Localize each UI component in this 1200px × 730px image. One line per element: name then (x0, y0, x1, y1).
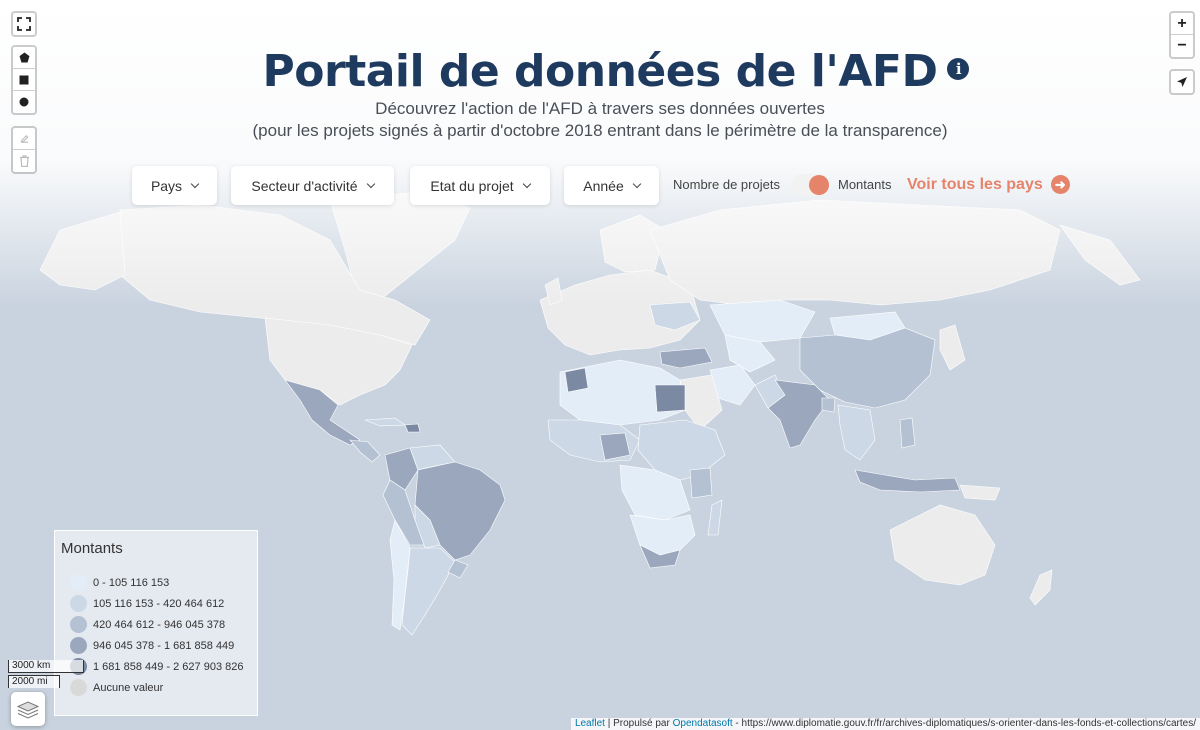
legend-swatch (70, 574, 87, 591)
draw-toolbar (11, 45, 37, 115)
edit-toolbar (11, 126, 37, 174)
fullscreen-control (11, 11, 37, 37)
subtitle-line-1: Découvrez l'action de l'AFD à travers se… (375, 99, 825, 118)
legend-item: 0 - 105 116 153 (70, 574, 169, 591)
filter-secteur[interactable]: Secteur d'activité (231, 166, 394, 205)
rectangle-draw-icon (19, 75, 29, 84)
polygon-draw-icon (19, 52, 29, 63)
page-title-text: Portail de données de l'AFD (262, 46, 938, 97)
attribution-source: - https://www.diplomatie.gouv.fr/fr/arch… (732, 718, 1196, 729)
attribution: Leaflet | Propulsé par Opendatasoft - ht… (570, 718, 1200, 730)
header: Portail de données de l'AFD i Découvrez … (0, 46, 1200, 141)
toggle-label-nombre[interactable]: Nombre de projets (673, 177, 780, 192)
chevron-down-icon (632, 179, 641, 188)
filter-secteur-label: Secteur d'activité (251, 177, 358, 194)
arrow-right-icon: ➜ (1050, 175, 1070, 194)
legend-swatch (70, 616, 87, 633)
legend-item: 946 045 378 - 1 681 858 449 (70, 637, 234, 654)
layers-button[interactable] (11, 692, 45, 726)
legend-item: 1 681 858 449 - 2 627 903 826 (70, 658, 243, 675)
toggle-label-montants[interactable]: Montants (838, 177, 891, 192)
zoom-control: + − (1169, 11, 1195, 59)
info-icon[interactable]: i (947, 58, 970, 80)
legend-swatch (70, 595, 87, 612)
filter-pays[interactable]: Pays (132, 166, 217, 205)
voir-tous-les-pays-link[interactable]: Voir tous les pays ➜ (907, 175, 1070, 194)
metric-toggle[interactable] (792, 174, 830, 196)
opendatasoft-link[interactable]: Opendatasoft (673, 718, 733, 729)
chevron-down-icon (190, 179, 200, 188)
legend-swatch (70, 679, 87, 696)
locate-button[interactable] (1171, 71, 1193, 93)
scale-km: 3000 km (8, 660, 84, 673)
legend-item-label: 420 464 612 - 946 045 378 (93, 618, 226, 631)
edit-icon (20, 134, 28, 143)
draw-polygon-button[interactable] (13, 47, 35, 69)
draw-rectangle-button[interactable] (13, 69, 35, 91)
legend-swatch (70, 637, 87, 654)
delete-layers-button[interactable] (13, 150, 35, 172)
trash-icon (19, 155, 29, 167)
legend-item-label: Aucune valeur (93, 681, 164, 694)
chevron-down-icon (366, 179, 375, 188)
filter-pays-label: Pays (150, 177, 183, 194)
filter-annee-label: Année (583, 177, 624, 194)
legend-item: Aucune valeur (70, 679, 163, 696)
circle-draw-icon (19, 97, 29, 107)
legend-item-label: 105 116 153 - 420 464 612 (93, 597, 225, 610)
legend-title: Montants (61, 540, 123, 557)
leaflet-link[interactable]: Leaflet (575, 718, 605, 729)
voir-link-text: Voir tous les pays (907, 175, 1043, 193)
subtitle-line-2: (pour les projets signés à partir d'octo… (252, 121, 948, 140)
legend-item-label: 1 681 858 449 - 2 627 903 826 (93, 660, 244, 673)
page-title: Portail de données de l'AFD i (262, 46, 970, 97)
filter-bar: Pays Secteur d'activité Etat du projet A… (0, 166, 1200, 206)
filter-annee[interactable]: Année (564, 166, 659, 205)
legend-item: 420 464 612 - 946 045 378 (70, 616, 225, 633)
locate-icon (1177, 77, 1187, 87)
layers-icon (16, 701, 40, 719)
toggle-knob (809, 175, 829, 195)
scale-mi: 2000 mi (8, 675, 60, 688)
zoom-out-button[interactable]: − (1171, 35, 1193, 57)
filter-etat[interactable]: Etat du projet (410, 166, 550, 205)
legend-item: 105 116 153 - 420 464 612 (70, 595, 224, 612)
legend-item-label: 0 - 105 116 153 (93, 576, 170, 589)
fullscreen-button[interactable] (13, 13, 35, 35)
draw-circle-button[interactable] (13, 91, 35, 113)
filter-etat-label: Etat du projet (430, 177, 514, 194)
edit-layers-button[interactable] (13, 128, 35, 150)
fullscreen-icon (17, 17, 31, 31)
locate-control (1169, 69, 1195, 95)
map-legend: Montants 0 - 105 116 153 105 116 153 - 4… (54, 530, 258, 716)
chevron-down-icon (522, 179, 531, 188)
legend-item-label: 946 045 378 - 1 681 858 449 (93, 639, 235, 652)
attribution-separator: | Propulsé par (604, 718, 673, 729)
zoom-in-button[interactable]: + (1171, 13, 1193, 35)
